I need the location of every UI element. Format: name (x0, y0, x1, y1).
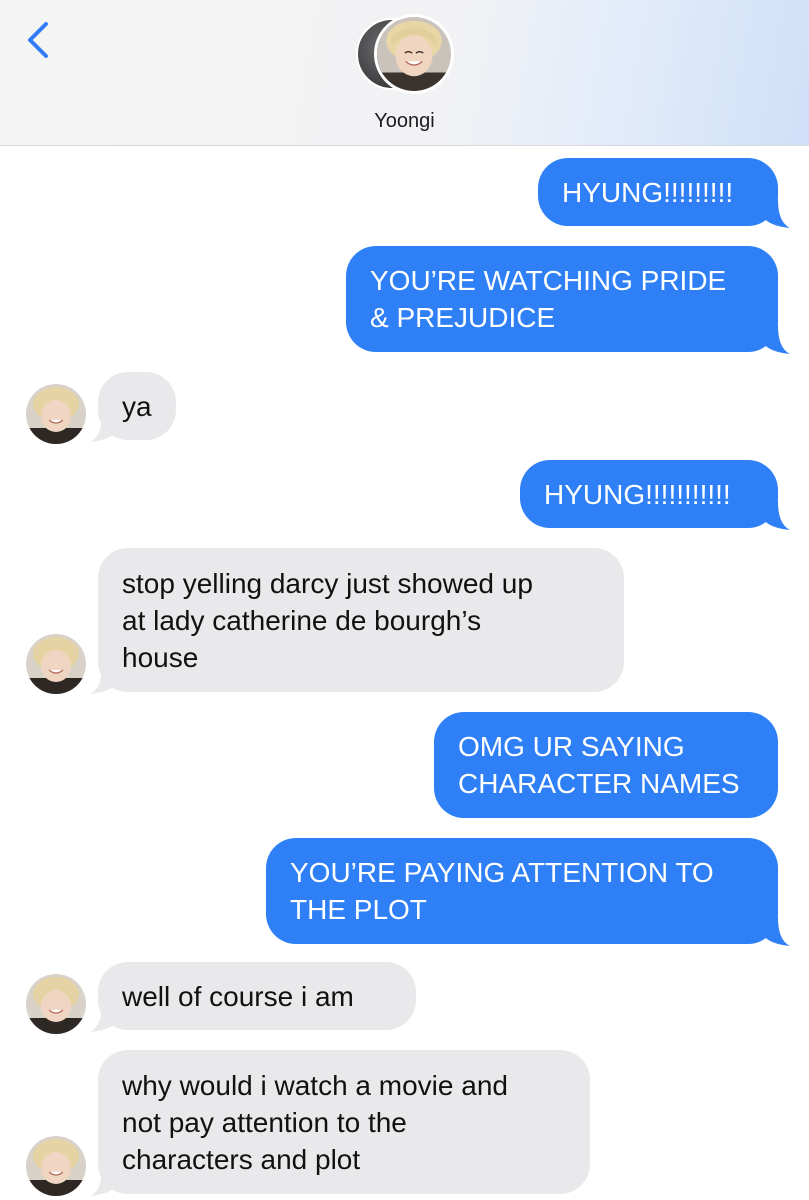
incoming-bubble-tail (90, 1168, 116, 1196)
sender-avatar[interactable] (26, 384, 86, 444)
incoming-message[interactable]: well of course i am (98, 962, 416, 1030)
message-text: HYUNG!!!!!!!!! (562, 176, 734, 208)
message-text: & PREJUDICE (370, 302, 556, 333)
outgoing-message[interactable]: YOU’RE WATCHING PRIDE & PREJUDICE (346, 246, 778, 352)
outgoing-message[interactable]: HYUNG!!!!!!!!!!! (520, 460, 778, 528)
message-text: YOU’RE WATCHING PRIDE (370, 265, 727, 296)
outgoing-message[interactable]: YOU’RE PAYING ATTENTION TO THE PLOT (266, 838, 778, 944)
message-text: well of course i am (122, 980, 354, 1012)
message-text: characters and plot (122, 1143, 361, 1175)
contact-name[interactable]: Yoongi (0, 110, 809, 133)
outgoing-bubble-tail (764, 502, 790, 530)
message-text: THE PLOT (290, 894, 427, 925)
message-text: YOU’RE PAYING ATTENTION TO (290, 857, 714, 888)
message-text: OMG UR SAYING (458, 731, 685, 762)
outgoing-bubble-tail (764, 326, 790, 354)
incoming-message[interactable]: why would i watch a movie and not pay at… (98, 1050, 590, 1194)
incoming-bubble-tail (90, 666, 116, 694)
message-text: not pay attention to the (122, 1106, 407, 1138)
outgoing-message[interactable]: HYUNG!!!!!!!!! (538, 158, 778, 226)
incoming-bubble-tail (90, 414, 116, 442)
chevron-left-icon (28, 22, 48, 58)
message-text: house (122, 641, 199, 673)
message-text: HYUNG!!!!!!!!!!! (544, 478, 731, 510)
outgoing-bubble-tail (764, 918, 790, 946)
message-text: at lady catherine de bourgh’s (122, 604, 482, 636)
avatar (374, 14, 454, 94)
sender-avatar[interactable] (26, 974, 86, 1034)
incoming-message[interactable]: stop yelling darcy just showed up at lad… (98, 548, 624, 692)
contact-avatar-button[interactable] (356, 14, 456, 96)
conversation-header: Yoongi (0, 0, 809, 146)
message-text: why would i watch a movie and (122, 1069, 508, 1101)
message-text: stop yelling darcy just showed up (122, 567, 533, 599)
message-text: CHARACTER NAMES (458, 768, 740, 799)
outgoing-bubble-tail (764, 200, 790, 228)
sender-avatar[interactable] (26, 1136, 86, 1196)
outgoing-message[interactable]: OMG UR SAYING CHARACTER NAMES (434, 712, 778, 818)
incoming-bubble-tail (90, 1004, 116, 1032)
message-text: ya (122, 390, 152, 422)
sender-avatar[interactable] (26, 634, 86, 694)
back-button[interactable] (22, 18, 62, 62)
